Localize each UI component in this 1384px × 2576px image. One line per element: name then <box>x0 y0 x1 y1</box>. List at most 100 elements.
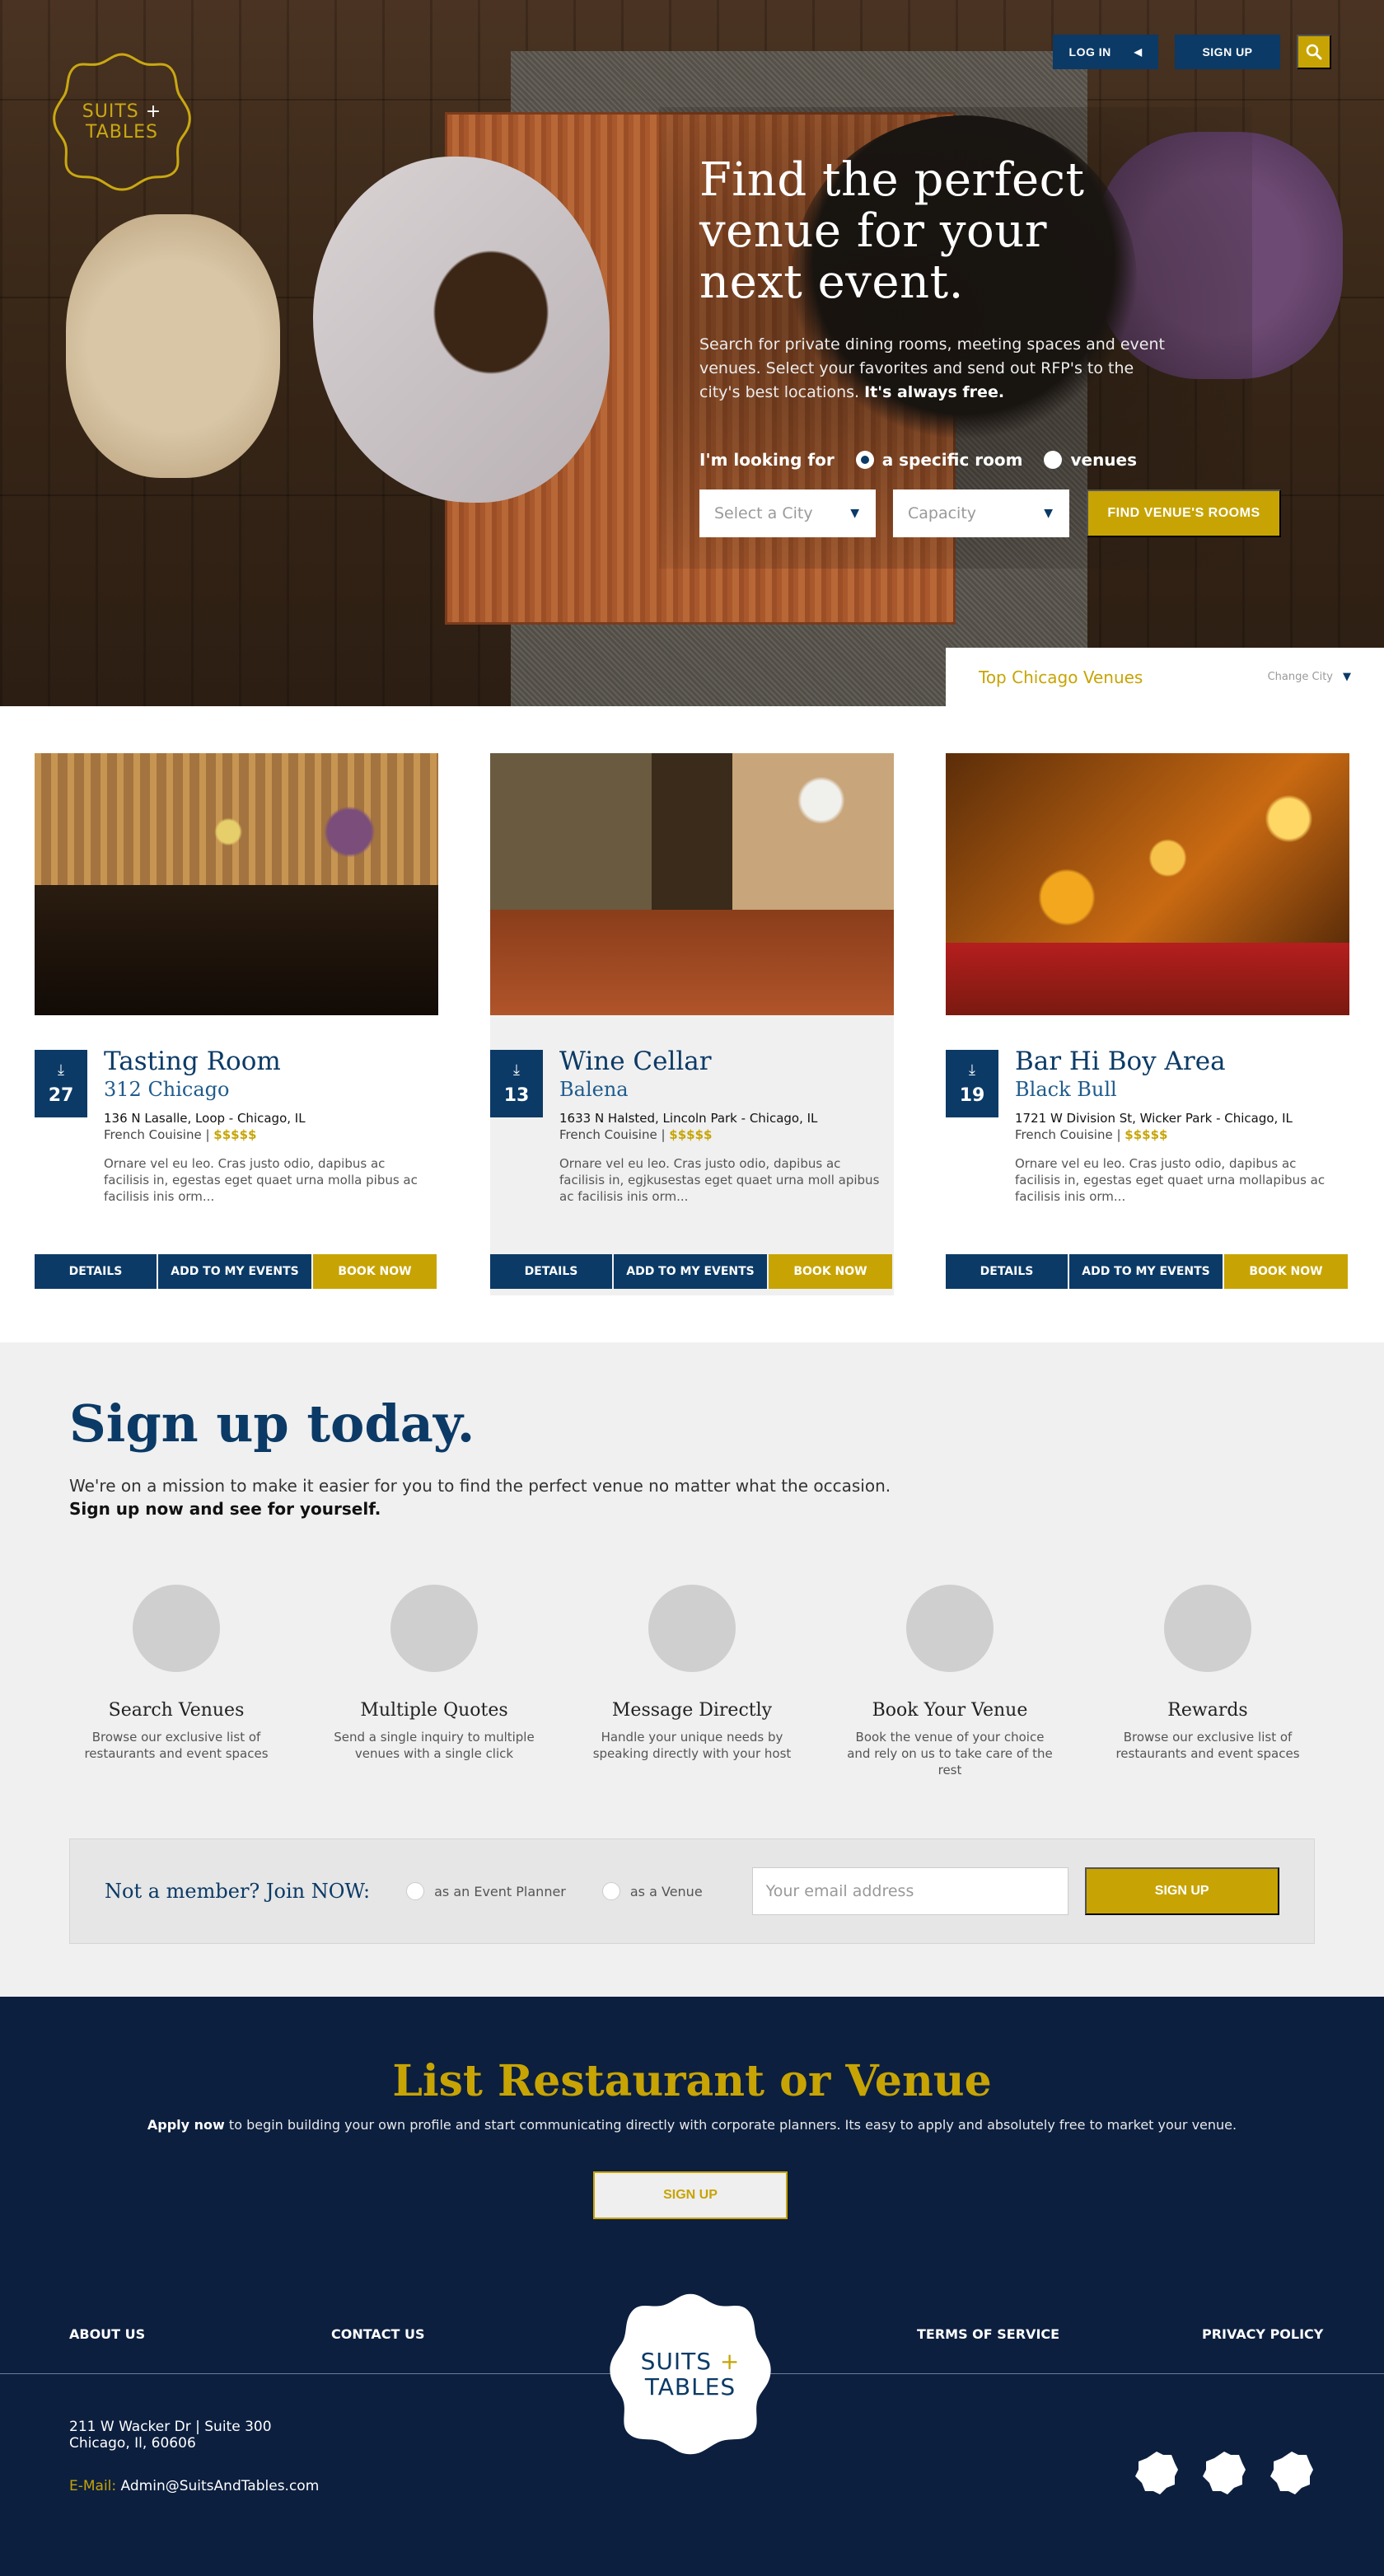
details-button[interactable]: DETAILS <box>490 1254 612 1289</box>
signup-title: Sign up today. <box>69 1393 475 1454</box>
cuisine-label: French Couisine | <box>1015 1127 1121 1142</box>
change-city-dropdown[interactable]: Change City ▼ <box>1268 671 1351 683</box>
capacity-select[interactable]: Capacity ▼ <box>893 489 1069 537</box>
footer-logo[interactable]: SUITS + TABLES <box>606 2290 774 2458</box>
find-venue-rooms-button[interactable]: FIND VENUE'S ROOMS <box>1087 489 1281 537</box>
radio-venues[interactable]: venues <box>1044 450 1137 470</box>
caret-down-icon: ▼ <box>1044 507 1053 520</box>
radio-venue[interactable]: as a Venue <box>601 1882 703 1900</box>
footer-address: 211 W Wacker Dr | Suite 300 Chicago, Il,… <box>69 2419 272 2452</box>
search-form: Select a City ▼ Capacity ▼ FIND VENUE'S … <box>699 489 1281 537</box>
join-form: Not a member? Join NOW: as an Event Plan… <box>69 1838 1315 1944</box>
book-now-button[interactable]: BOOK NOW <box>1224 1254 1348 1289</box>
logo-word-suits: SUITS <box>640 2348 713 2375</box>
details-button[interactable]: DETAILS <box>946 1254 1068 1289</box>
hero-title: Find the perfect venue for your next eve… <box>699 155 1177 308</box>
caret-down-icon: ▼ <box>850 507 859 520</box>
radio-unselected-icon <box>1044 451 1063 469</box>
signup-lead-text: We're on a mission to make it easier for… <box>69 1476 891 1496</box>
signup-section: Sign up today. We're on a mission to mak… <box>0 1342 1384 1997</box>
cuisine-label: French Couisine | <box>559 1127 666 1142</box>
date-number: 27 <box>48 1084 74 1106</box>
venue-photo[interactable] <box>35 753 438 1015</box>
footer-logo-text: SUITS + TABLES <box>606 2290 774 2458</box>
feature-icon <box>648 1585 736 1672</box>
signup-lead-bold: Sign up now and see for yourself. <box>69 1499 381 1519</box>
city-select[interactable]: Select a City ▼ <box>699 489 876 537</box>
feature-icon <box>390 1585 478 1672</box>
login-button[interactable]: LOG IN ◀ <box>1053 35 1158 69</box>
address-line: Chicago, Il, 60606 <box>69 2435 196 2452</box>
feature-title: Book Your Venue <box>872 1700 1028 1721</box>
logo[interactable]: SUITS + TABLES <box>51 51 193 193</box>
signup-label: SIGN UP <box>1202 45 1253 59</box>
footer-email: E-Mail: Admin@SuitsAndTables.com <box>69 2478 319 2494</box>
footer: List Restaurant or Venue Apply now to be… <box>0 1997 1384 2576</box>
feature-item: Rewards Browse our exclusive list of res… <box>1101 1585 1315 1778</box>
join-signup-label: SIGN UP <box>1154 1884 1209 1898</box>
feature-desc: Browse our exclusive list of restaurants… <box>84 1730 269 1761</box>
email-placeholder: Your email address <box>765 1882 914 1900</box>
venue-info: Wine Cellar Balena 1633 N Halsted, Linco… <box>559 1047 889 1205</box>
venue-subtitle: Black Bull <box>1015 1078 1117 1101</box>
hero-photo-chair <box>66 214 280 478</box>
social-icon[interactable] <box>1134 2450 1180 2496</box>
venue-title[interactable]: Wine Cellar <box>559 1047 889 1076</box>
arrow-down-icon: ⤓ <box>58 1061 64 1079</box>
feature-title: Multiple Quotes <box>360 1700 508 1721</box>
social-icon[interactable] <box>1201 2450 1247 2496</box>
venue-address: 136 N Lasalle, Loop - Chicago, IL <box>104 1111 306 1126</box>
details-button[interactable]: DETAILS <box>35 1254 157 1289</box>
feature-icon <box>133 1585 220 1672</box>
change-city-label: Change City <box>1267 671 1333 683</box>
footer-link-contact[interactable]: CONTACT US <box>331 2326 425 2342</box>
add-to-events-button[interactable]: ADD TO MY EVENTS <box>158 1254 311 1289</box>
book-now-button[interactable]: BOOK NOW <box>769 1254 892 1289</box>
venue-photo[interactable] <box>490 753 894 1015</box>
feature-item: Message Directly Handle your unique need… <box>585 1585 799 1778</box>
venue-description: Ornare vel eu leo. Cras justo odio, dapi… <box>104 1156 418 1204</box>
radio-unselected-icon <box>406 1882 425 1900</box>
book-now-button[interactable]: BOOK NOW <box>313 1254 437 1289</box>
signup-button[interactable]: SIGN UP <box>1175 35 1280 69</box>
email-field[interactable]: Your email address <box>751 1867 1068 1915</box>
find-button-label: FIND VENUE'S ROOMS <box>1107 506 1260 520</box>
date-number: 19 <box>959 1084 985 1106</box>
venue-title[interactable]: Bar Hi Boy Area <box>1015 1047 1344 1076</box>
venue-info: Bar Hi Boy Area Black Bull 1721 W Divisi… <box>1015 1047 1344 1205</box>
hero-section: SUITS + TABLES LOG IN ◀ SIGN UP Find the… <box>0 0 1384 706</box>
footer-link-about[interactable]: ABOUT US <box>69 2326 145 2342</box>
search-button[interactable] <box>1297 35 1331 69</box>
city-select-placeholder: Select a City <box>714 504 813 522</box>
date-badge: ⤓ 27 <box>35 1050 87 1117</box>
add-to-events-button[interactable]: ADD TO MY EVENTS <box>614 1254 767 1289</box>
venue-info: Tasting Room 312 Chicago 136 N Lasalle, … <box>104 1047 433 1205</box>
footer-link-privacy[interactable]: PRIVACY POLICY <box>1202 2326 1323 2342</box>
looking-for-label: I'm looking for <box>699 450 835 470</box>
feature-title: Message Directly <box>611 1700 773 1721</box>
login-label: LOG IN <box>1068 45 1111 59</box>
logo-plus: + <box>719 2348 741 2375</box>
list-venue-sub-text: to begin building your own profile and s… <box>228 2117 1237 2133</box>
feature-icon <box>906 1585 994 1672</box>
join-signup-button[interactable]: SIGN UP <box>1084 1867 1279 1915</box>
social-icon[interactable] <box>1269 2450 1315 2496</box>
add-to-events-button[interactable]: ADD TO MY EVENTS <box>1069 1254 1223 1289</box>
venue-cuisine: French Couisine | $$$$$ <box>1015 1127 1344 1142</box>
price-rating: $$$$$ <box>669 1127 713 1142</box>
radio-specific-room[interactable]: a specific room <box>855 450 1022 470</box>
cuisine-label: French Couisine | <box>104 1127 210 1142</box>
feature-title: Search Venues <box>108 1700 245 1721</box>
venue-photo[interactable] <box>946 753 1349 1015</box>
caret-left-icon: ◀ <box>1134 46 1143 58</box>
list-venue-sub-bold: Apply now <box>147 2117 225 2133</box>
list-venue-signup-button[interactable]: SIGN UP <box>593 2171 788 2219</box>
radio-event-planner[interactable]: as an Event Planner <box>406 1882 566 1900</box>
hero-title-line: Find the perfect <box>699 153 1085 207</box>
venue-address: 1721 W Division St, Wicker Park - Chicag… <box>1015 1111 1293 1126</box>
venue-title[interactable]: Tasting Room <box>104 1047 433 1076</box>
footer-link-terms[interactable]: TERMS OF SERVICE <box>917 2326 1059 2342</box>
capacity-select-placeholder: Capacity <box>908 504 977 522</box>
list-venue-subtitle: Apply now to begin building your own pro… <box>0 2117 1384 2133</box>
email-link[interactable]: Admin@SuitsAndTables.com <box>121 2478 320 2494</box>
